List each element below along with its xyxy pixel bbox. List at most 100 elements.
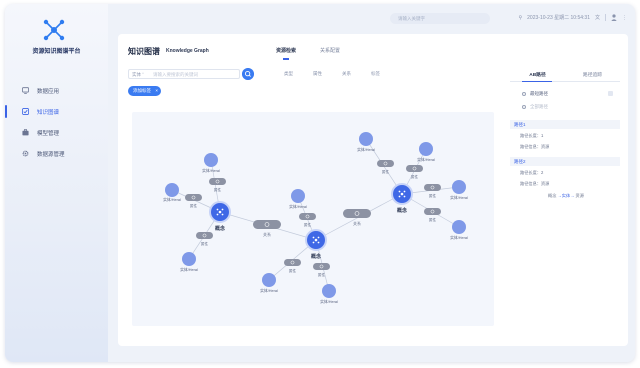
path-length: 路径长度：1 (520, 133, 544, 138)
option-all-paths[interactable]: 全部路径 (522, 104, 548, 110)
path-info: 路径信息：资源 (520, 181, 550, 186)
tab-relation-config[interactable]: 关系配置 (320, 47, 340, 54)
sidebar-item-model-management[interactable]: 模型管理 (5, 122, 108, 143)
entity-label: 实体/Heral (320, 299, 338, 304)
datetime-label: 2023-10-23 星期二 10:54:31 (527, 15, 590, 21)
chip-label: 添加标签 (133, 88, 151, 93)
search-icon[interactable]: ⚲ (518, 15, 522, 21)
entity-node[interactable]: 实体/Heral (450, 220, 468, 240)
path-panel: AB路径 路径追踪 最短路径 全部路径 路径1 路径长度：1 路径信息：资源 路… (510, 64, 620, 324)
search-placeholder: 请输入要搜索的关键词 (153, 72, 199, 77)
active-tab-indicator (283, 58, 289, 60)
attribute-label: 属性 (304, 222, 312, 227)
global-search-input[interactable]: 请输入关键字 (390, 13, 490, 24)
tab-ab-path[interactable]: AB路径 (510, 71, 565, 81)
filter-attribute[interactable]: 属性 (313, 71, 322, 77)
entity-node[interactable]: 实体/Heral (289, 189, 307, 209)
search-input[interactable]: 实体 ˇ 请输入要搜索的关键词 (128, 69, 240, 79)
entity-node[interactable]: 实体/Heral (260, 273, 278, 293)
attribute-pill[interactable]: 属性 (284, 259, 301, 273)
entity-node[interactable]: 实体/Heral (180, 252, 198, 272)
concept-label: 概念 (215, 225, 225, 232)
attribute-label: 属性 (382, 169, 390, 174)
concept-node[interactable]: 概念 (305, 229, 327, 260)
attribute-label: 属性 (429, 193, 437, 198)
divider (605, 14, 606, 21)
concept-node[interactable]: 概念 (209, 201, 231, 232)
attribute-pill[interactable]: 属性 (377, 160, 394, 174)
attribute-label: 属性 (289, 268, 297, 273)
attribute-label: 属性 (318, 272, 326, 277)
attribute-pill[interactable]: 属性 (299, 213, 316, 227)
option-label: 全部路径 (530, 104, 548, 109)
attribute-pill[interactable]: 属性 (313, 263, 330, 277)
sidebar-item-data-apps[interactable]: 数据应用 (5, 80, 108, 101)
entity-label: 实体/Heral (289, 204, 307, 209)
selected-tag-chip[interactable]: 添加标签 × (128, 86, 161, 96)
chevron-down-icon: ˇ (141, 72, 144, 77)
brand-name: 资源知识图谱平台 (32, 49, 81, 55)
entity-node[interactable]: 实体/Heral (202, 153, 220, 173)
path-chain: 概念 →实体→ 资源 (548, 193, 584, 199)
filter-relation[interactable]: 关系 (342, 71, 351, 77)
concept-node[interactable]: 概念 (391, 183, 413, 214)
entity-label: 实体/Heral (357, 147, 375, 152)
entity-label: 实体/Heral (450, 195, 468, 200)
entity-label: 实体/Heral (163, 197, 181, 202)
entity-node[interactable]: 实体/Heral (450, 180, 468, 200)
radio-icon (522, 91, 526, 96)
entity-node[interactable]: 实体/Heral (357, 132, 375, 152)
entity-label: 实体/Heral (260, 288, 278, 293)
attribute-label: 属性 (214, 187, 222, 192)
path-length: 路径长度：2 (520, 170, 544, 175)
filter-tag[interactable]: 标签 (371, 71, 380, 77)
sidebar-item-label: 数据应用 (37, 88, 60, 95)
relation-label: 关系 (353, 220, 361, 226)
entity-label: 实体/Heral (417, 157, 435, 162)
tab-resource-search[interactable]: 资源检索 (276, 47, 296, 54)
tab-path-trace[interactable]: 路径追踪 (565, 71, 620, 81)
sidebar-nav: 数据应用 知识图谱 模型管理 数据源管理 (5, 80, 108, 164)
graph-canvas[interactable]: 关系 关系 属性 属性 属性 属性 属性 属性 属性 属性 属性 属性 实体/H… (132, 112, 494, 326)
active-tab-indicator (522, 80, 552, 82)
attribute-label: 属性 (190, 203, 198, 208)
sidebar: 资源知识图谱平台 数据应用 知识图谱 模型管理 数据源管理 (5, 4, 108, 362)
path-tabs: AB路径 路径追踪 (510, 71, 620, 81)
page-subtitle: Knowledge Graph (166, 48, 209, 54)
more-icon[interactable]: ⋮ (622, 15, 627, 21)
language-toggle[interactable]: 文 (595, 14, 600, 21)
graph-icon (22, 108, 29, 115)
sidebar-item-label: 知识图谱 (37, 109, 60, 116)
attribute-pill[interactable]: 属性 (185, 194, 202, 208)
concept-label: 概念 (397, 207, 407, 214)
sidebar-item-datasource-management[interactable]: 数据源管理 (5, 143, 108, 164)
search-button[interactable] (242, 68, 254, 80)
sidebar-item-knowledge-graph[interactable]: 知识图谱 (5, 101, 108, 122)
app-window: 资源知识图谱平台 数据应用 知识图谱 模型管理 数据源管理 请输入关键字 ⚲ 2… (5, 4, 635, 362)
knowledge-graph[interactable]: 关系 关系 属性 属性 属性 属性 属性 属性 属性 属性 属性 属性 实体/H… (132, 112, 494, 326)
entity-node[interactable]: 实体/Heral (417, 142, 435, 162)
radio-icon (522, 104, 526, 109)
entity-node[interactable]: 实体/Heral (163, 183, 181, 202)
app-logo-icon (43, 19, 65, 41)
entity-select[interactable]: 实体 (132, 72, 141, 77)
path-section-1[interactable]: 路径1 (510, 120, 620, 129)
attribute-pill[interactable]: 属性 (209, 178, 226, 192)
option-shortest-path[interactable]: 最短路径 (522, 91, 548, 97)
briefcase-icon (22, 129, 29, 136)
filter-type[interactable]: 类型 (284, 71, 293, 77)
user-icon[interactable] (611, 14, 617, 21)
badge-icon (608, 91, 613, 96)
relation-label: 关系 (263, 231, 271, 237)
attribute-pill[interactable]: 属性 (406, 165, 423, 179)
entity-node[interactable]: 实体/Heral (320, 284, 338, 304)
gear-icon (22, 150, 29, 157)
relation-pill[interactable]: 关系 (253, 220, 281, 237)
path-section-2[interactable]: 路径2 (510, 157, 620, 166)
close-icon[interactable]: × (155, 86, 158, 96)
path-info: 路径信息：资源 (520, 144, 550, 149)
attribute-label: 属性 (201, 241, 209, 246)
attribute-label: 属性 (429, 217, 437, 222)
entity-label: 实体/Heral (180, 267, 198, 272)
path-node: 资源 (575, 193, 584, 198)
